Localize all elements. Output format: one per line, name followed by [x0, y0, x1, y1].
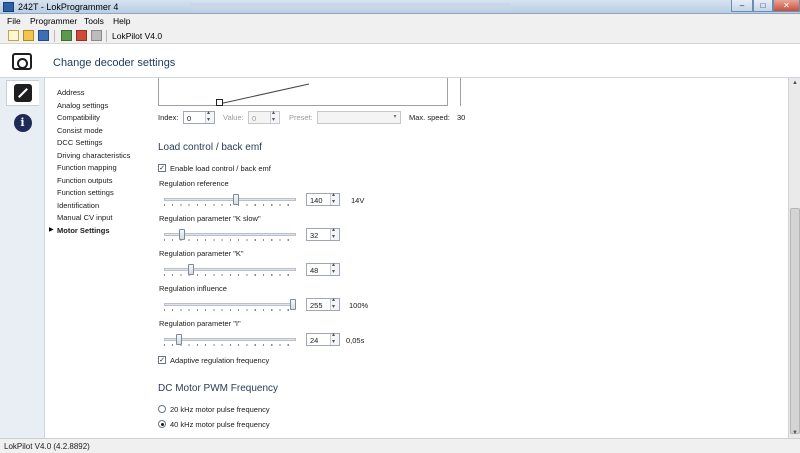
- pwm-40khz-radio[interactable]: [158, 420, 166, 428]
- regulation-influence-unit: 100%: [349, 301, 369, 310]
- pwm-20khz-label: 20 kHz motor pulse frequency: [170, 405, 270, 414]
- menu-file[interactable]: File: [7, 16, 21, 26]
- section-header: Change decoder settings: [0, 45, 800, 78]
- index-value: 0: [187, 114, 192, 123]
- motor-settings-panel: Index: 0 Value: 0 Preset: ▾ Max. speed: …: [148, 78, 788, 438]
- open-folder-icon[interactable]: [23, 30, 34, 41]
- chart-divider: [460, 78, 461, 106]
- window-title: 242T - LokProgrammer 4: [18, 2, 119, 12]
- regulation-reference-slider[interactable]: [164, 194, 296, 208]
- decoder-settings-icon: [12, 53, 32, 70]
- pwm-40khz-label: 40 kHz motor pulse frequency: [170, 420, 270, 429]
- tab-settings[interactable]: [6, 80, 39, 106]
- regulation-reference-label: Regulation reference: [159, 179, 229, 188]
- nav-item-compatibility[interactable]: Compatibility: [57, 113, 100, 122]
- write-decoder-icon[interactable]: [76, 30, 87, 41]
- nav-item-manual-cv-input[interactable]: Manual CV input: [57, 213, 112, 222]
- regulation-reference-unit: 14V: [351, 196, 365, 205]
- nav-item-analog-settings[interactable]: Analog settings: [57, 101, 108, 110]
- regulation-influence-slider[interactable]: [164, 299, 296, 313]
- regulation-reference-value: 140: [310, 196, 323, 205]
- tool-tabs: i: [0, 78, 45, 438]
- app-icon: [3, 2, 14, 12]
- scroll-thumb[interactable]: [790, 208, 800, 434]
- menu-help[interactable]: Help: [113, 16, 130, 26]
- blurred-title-path: [190, 3, 510, 10]
- nav-item-identification[interactable]: Identification: [57, 201, 99, 210]
- i-spinner[interactable]: 24: [306, 331, 340, 346]
- k-slow-label: Regulation parameter "K slow": [159, 214, 261, 223]
- index-spinner[interactable]: 0: [183, 109, 215, 124]
- k-label: Regulation parameter "K": [159, 249, 244, 258]
- read-decoder-icon[interactable]: [61, 30, 72, 41]
- toolbar: LokPilot V4.0: [0, 28, 800, 44]
- adaptive-frequency-label: Adaptive regulation frequency: [170, 356, 270, 365]
- reset-decoder-icon[interactable]: [91, 30, 102, 41]
- nav-item-motor-settings[interactable]: Motor Settings: [57, 226, 110, 235]
- menu-tools[interactable]: Tools: [84, 16, 104, 26]
- index-label: Index:: [158, 113, 179, 122]
- nav-item-function-mapping[interactable]: Function mapping: [57, 163, 117, 172]
- regulation-influence-spinner[interactable]: 255: [306, 296, 340, 311]
- pwm-title: DC Motor PWM Frequency: [158, 383, 279, 394]
- decoder-type-label: LokPilot V4.0: [112, 31, 163, 41]
- menu-bar: File Programmer Tools Help: [0, 14, 800, 28]
- k-value: 48: [310, 266, 319, 275]
- tab-info[interactable]: i: [6, 110, 39, 136]
- wrench-icon: [14, 84, 32, 102]
- chevron-down-icon: ▾: [393, 114, 397, 120]
- nav-item-driving-characteristics[interactable]: Driving characteristics: [57, 151, 130, 160]
- enable-load-control-label: Enable load control / back emf: [170, 164, 271, 173]
- speed-curve-handle[interactable]: [216, 99, 223, 106]
- max-speed-label: Max. speed:: [409, 113, 450, 122]
- info-icon: i: [13, 114, 32, 132]
- toolbar-separator: [106, 30, 107, 42]
- preset-select[interactable]: ▾: [317, 111, 401, 124]
- value-label: Value:: [223, 113, 244, 122]
- scroll-up-icon[interactable]: ▲: [790, 78, 800, 88]
- scroll-down-icon[interactable]: ▼: [790, 428, 800, 438]
- k-slow-spinner[interactable]: 32: [306, 226, 340, 241]
- new-file-icon[interactable]: [8, 30, 19, 41]
- enable-load-control-checkbox[interactable]: ✓: [158, 164, 166, 172]
- k-slider[interactable]: [164, 264, 296, 278]
- minimize-button[interactable]: –: [731, 0, 753, 12]
- adaptive-frequency-checkbox[interactable]: ✓: [158, 356, 166, 364]
- status-text: LokPilot V4.0 (4.2.8892): [4, 442, 90, 451]
- value-value: 0: [252, 114, 257, 123]
- k-slow-slider[interactable]: [164, 229, 296, 243]
- close-button[interactable]: ✕: [773, 0, 800, 12]
- nav-item-function-outputs[interactable]: Function outputs: [57, 176, 112, 185]
- status-bar: LokPilot V4.0 (4.2.8892): [0, 438, 800, 453]
- max-speed-value: 30: [457, 113, 466, 122]
- speed-curve-chart[interactable]: [158, 78, 448, 106]
- i-slider[interactable]: [164, 334, 296, 348]
- load-control-title: Load control / back emf: [158, 142, 262, 153]
- menu-programmer[interactable]: Programmer: [30, 16, 77, 26]
- selected-arrow-icon: ▶: [49, 227, 54, 233]
- regulation-influence-value: 255: [310, 301, 323, 310]
- regulation-influence-label: Regulation influence: [159, 284, 227, 293]
- page-title: Change decoder settings: [53, 57, 176, 69]
- i-unit: 0,05s: [346, 336, 365, 345]
- value-spinner[interactable]: 0: [248, 109, 280, 124]
- nav-item-consist-mode[interactable]: Consist mode: [57, 126, 103, 135]
- maximize-button[interactable]: □: [753, 0, 773, 12]
- nav-item-function-settings[interactable]: Function settings: [57, 188, 114, 197]
- vertical-scrollbar[interactable]: ▲ ▼: [788, 78, 800, 438]
- regulation-reference-spinner[interactable]: 140: [306, 191, 340, 206]
- preset-label: Preset:: [289, 113, 313, 122]
- title-bar: 242T - LokProgrammer 4 – □ ✕: [0, 0, 800, 14]
- i-value: 24: [310, 336, 319, 345]
- toolbar-separator: [54, 30, 55, 42]
- speed-curve-line: [221, 83, 310, 104]
- k-slow-value: 32: [310, 231, 319, 240]
- settings-nav: Address Analog settings Compatibility Co…: [46, 78, 148, 438]
- i-label: Regulation parameter "I": [159, 319, 241, 328]
- save-icon[interactable]: [38, 30, 49, 41]
- pwm-20khz-radio[interactable]: [158, 405, 166, 413]
- k-spinner[interactable]: 48: [306, 261, 340, 276]
- nav-item-dcc-settings[interactable]: DCC Settings: [57, 138, 102, 147]
- nav-item-address[interactable]: Address: [57, 88, 85, 97]
